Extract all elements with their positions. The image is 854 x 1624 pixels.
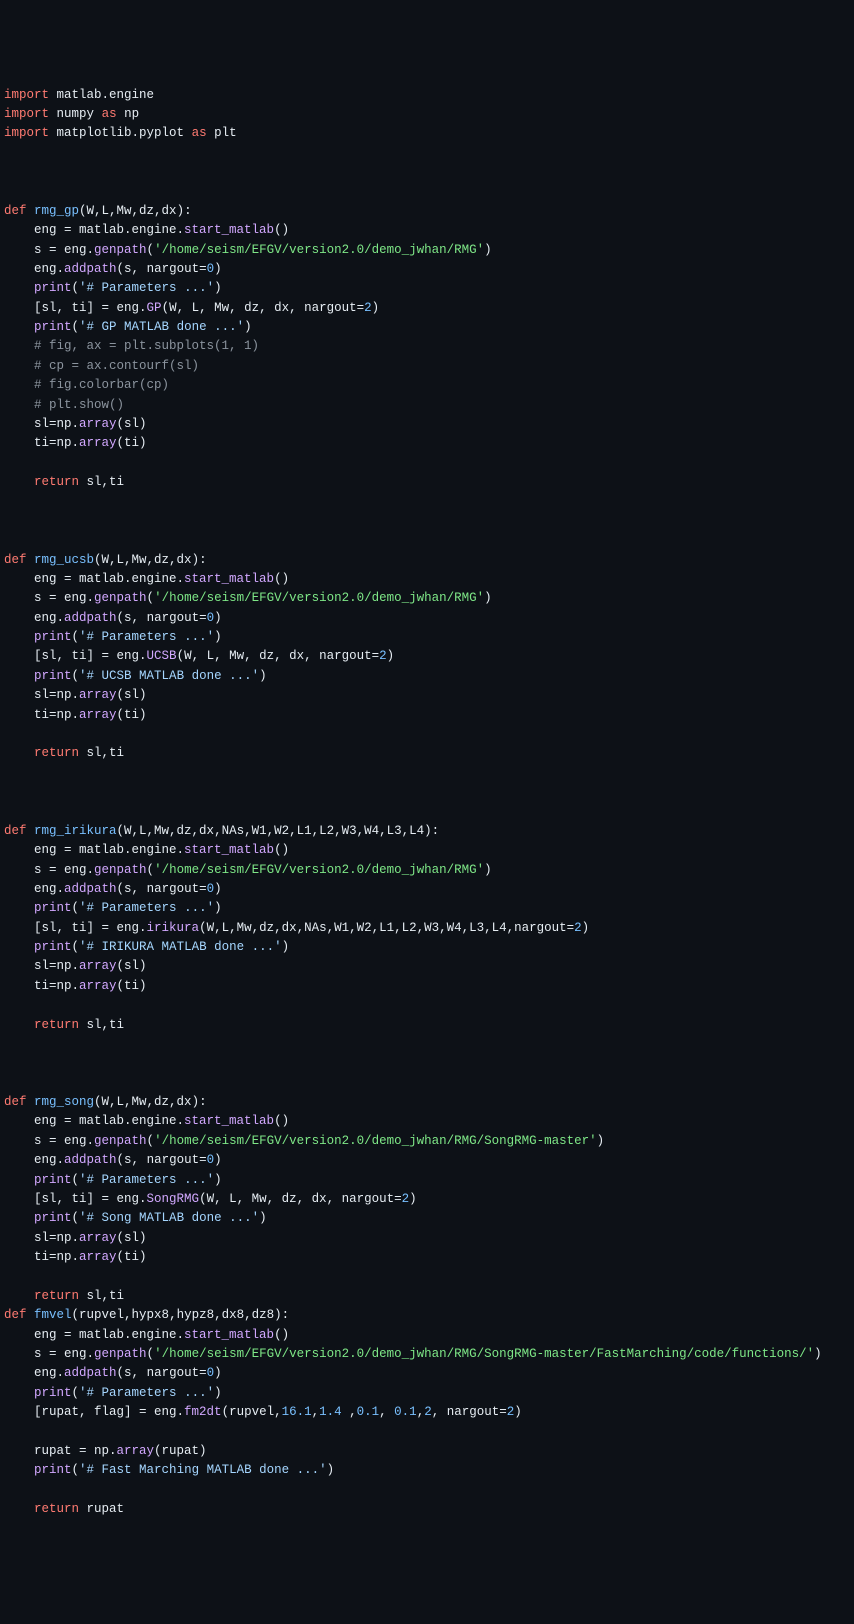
code-line: import matlab.engine	[4, 86, 850, 105]
code-line: def rmg_ucsb(W,L,Mw,dz,dx):	[4, 551, 850, 570]
code-line: import matplotlib.pyplot as plt	[4, 124, 850, 143]
code-line: def fmvel(rupvel,hypx8,hypz8,dx8,dz8):	[4, 1306, 850, 1325]
code-line: def rmg_song(W,L,Mw,dz,dx):	[4, 1093, 850, 1112]
code-line: import numpy as np	[4, 105, 850, 124]
code-line: def rmg_gp(W,L,Mw,dz,dx):	[4, 202, 850, 221]
code-editor[interactable]: import matlab.engineimport numpy as npim…	[4, 86, 850, 1520]
code-line: def rmg_irikura(W,L,Mw,dz,dx,NAs,W1,W2,L…	[4, 822, 850, 841]
